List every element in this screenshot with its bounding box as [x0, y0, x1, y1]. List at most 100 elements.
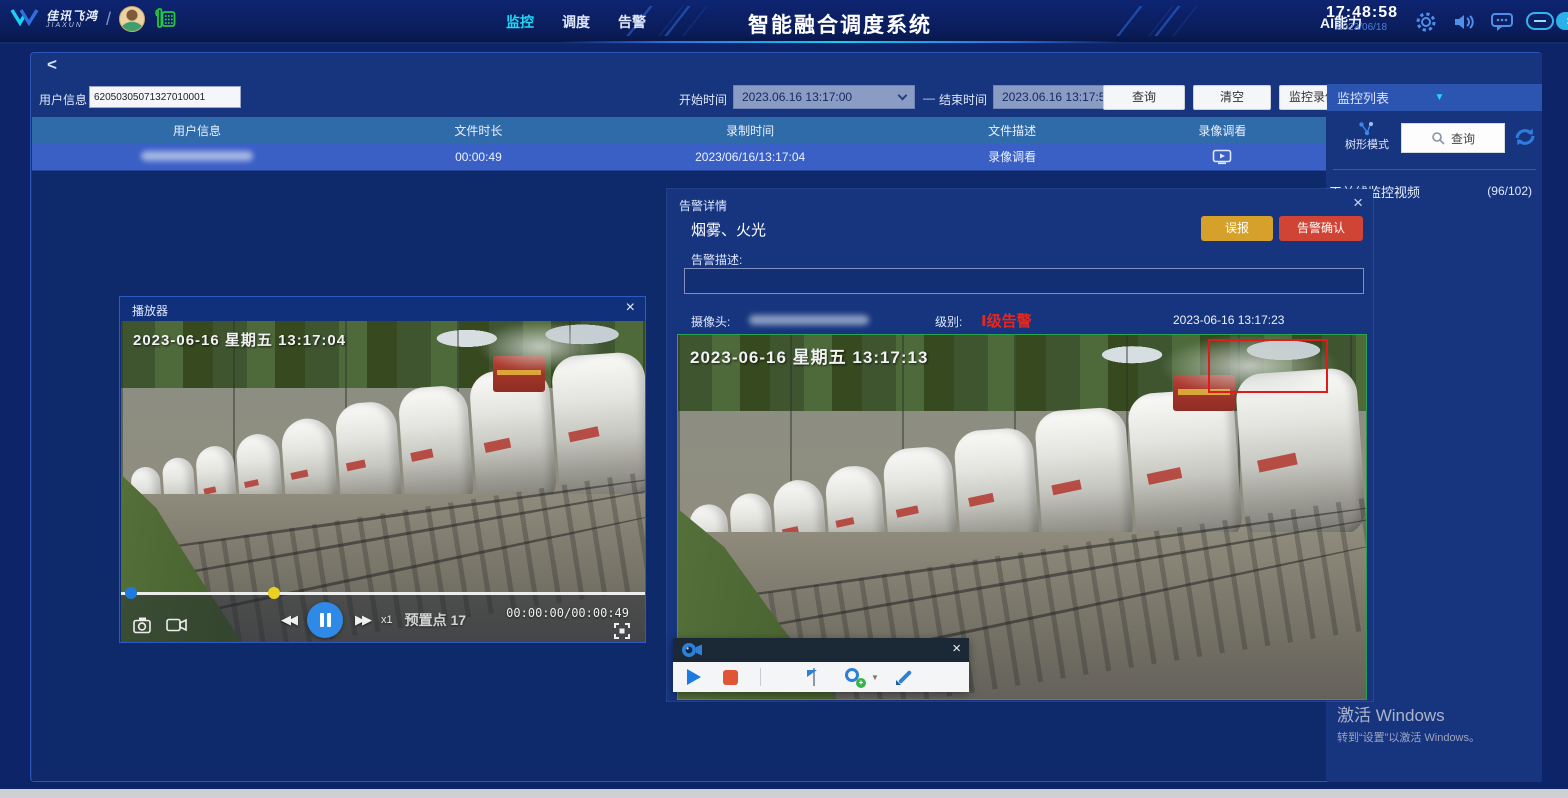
- query-button[interactable]: 查询: [1103, 85, 1185, 110]
- cell-view: [1119, 149, 1326, 165]
- alert-description-input[interactable]: [684, 268, 1364, 294]
- user-avatar[interactable]: [119, 6, 145, 32]
- alert-type-text: 烟雾、火光: [691, 219, 766, 240]
- edit-pencil-icon[interactable]: [895, 667, 915, 687]
- search-icon: [1431, 131, 1445, 145]
- clock-time: 17:48:58: [1326, 4, 1398, 22]
- brand-separator: /: [106, 9, 111, 30]
- progress-bar[interactable]: [121, 592, 645, 595]
- play-recording-icon[interactable]: [1212, 149, 1232, 165]
- refresh-icon[interactable]: [1513, 125, 1537, 149]
- watermark-line1: 激活 Windows: [1337, 701, 1480, 726]
- fast-forward-icon[interactable]: ▶▶: [355, 612, 369, 628]
- logo-icon: [10, 7, 40, 31]
- marker-handle[interactable]: [268, 587, 280, 599]
- preset-point-label[interactable]: 预置点 17: [405, 610, 466, 630]
- cell-description: 录像调看: [905, 148, 1119, 165]
- brand-logo: 佳讯飞鸿 JIAXUN /: [10, 6, 177, 32]
- nav-tab-monitor[interactable]: 监控: [506, 12, 534, 32]
- windows-activation-watermark: 激活 Windows 转到“设置”以激活 Windows。: [1337, 701, 1480, 745]
- playhead-handle[interactable]: [125, 587, 137, 599]
- camera-count-badge: (96/102): [1487, 184, 1532, 198]
- snapshot-icon[interactable]: [133, 616, 152, 634]
- toolbar-close-icon[interactable]: ×: [952, 640, 961, 657]
- play-icon[interactable]: [687, 669, 701, 685]
- monitor-list-title: 监控列表: [1337, 88, 1435, 107]
- alert-close-icon[interactable]: ×: [1353, 193, 1363, 213]
- bottom-edge-strip: [0, 789, 1568, 798]
- alert-window-title: 告警详情: [679, 197, 727, 214]
- record-toolbar-titlebar[interactable]: ×: [673, 638, 969, 662]
- clock-date: 2023/06/18: [1326, 22, 1398, 34]
- brand-text: 佳讯飞鸿 JIAXUN: [46, 10, 98, 29]
- tree-mode-label: 树形模式: [1341, 136, 1393, 152]
- stop-icon[interactable]: [723, 670, 738, 685]
- clamp-flag: [807, 670, 817, 677]
- settings-gear-icon[interactable]: [1414, 11, 1438, 33]
- detection-box: [1208, 339, 1328, 394]
- false-alarm-button[interactable]: 误报: [1201, 216, 1273, 241]
- player-transport: ◀◀ ▶▶ x1 预置点 17: [281, 602, 466, 638]
- close-window-button[interactable]: ×: [1556, 12, 1568, 30]
- camera-label: 摄像头:: [691, 313, 730, 330]
- player-close-icon[interactable]: ×: [626, 299, 635, 317]
- monitor-search-label: 查询: [1451, 130, 1475, 147]
- redacted-camera-name: [749, 315, 869, 325]
- table-header-row: 用户信息 文件时长 录制时间 文件描述 录像调看: [32, 117, 1326, 143]
- player-titlebar[interactable]: 播放器 ×: [120, 297, 645, 321]
- brand-name-en: JIAXUN: [46, 22, 98, 29]
- pause-bar: [320, 613, 324, 627]
- cell-record-time: 2023/06/16/13:17:04: [595, 150, 906, 164]
- table-row[interactable]: 00:00:49 2023/06/16/13:17:04 录像调看: [32, 143, 1326, 171]
- start-time-label: 开始时间: [679, 91, 727, 108]
- col-header-duration: 文件时长: [362, 122, 595, 139]
- clear-button[interactable]: 清空: [1193, 85, 1271, 110]
- start-time-picker[interactable]: 2023.06.16 13:17:00: [733, 85, 915, 109]
- alert-level-badge: Ⅰ级告警: [981, 310, 1032, 331]
- pencil-tip: [896, 680, 901, 685]
- record-toolbar: × + ▼: [673, 638, 969, 692]
- alarm-confirm-button[interactable]: 告警确认: [1279, 216, 1363, 241]
- minimize-icon: [1534, 20, 1546, 22]
- user-info-label: 用户信息: [39, 91, 87, 108]
- clamp-tool-icon[interactable]: [807, 668, 821, 686]
- col-header-description: 文件描述: [905, 122, 1119, 139]
- webcam-select-icon[interactable]: +: [845, 667, 865, 687]
- record-video-icon[interactable]: [166, 617, 188, 633]
- monitor-list-header[interactable]: 监控列表 ▼: [1327, 84, 1542, 111]
- alert-detail-window: 告警详情 × 烟雾、火光 误报 告警确认 告警描述: 摄像头: 级别: Ⅰ级告警…: [667, 189, 1373, 701]
- user-info-input[interactable]: [89, 86, 241, 108]
- speaker-icon[interactable]: [1452, 11, 1476, 33]
- app-title: 智能融合调度系统: [560, 9, 1120, 39]
- fullscreen-icon[interactable]: [613, 622, 631, 640]
- minimize-button[interactable]: [1526, 12, 1554, 30]
- player-left-tools: [133, 616, 188, 634]
- smoke-plume: [477, 321, 603, 372]
- divider: [1333, 169, 1536, 170]
- phone-icon[interactable]: [151, 7, 177, 31]
- alert-description-label: 告警描述:: [691, 251, 742, 268]
- monitor-search-button[interactable]: 查询: [1401, 123, 1505, 153]
- brand-name-cn: 佳讯飞鸿: [46, 10, 98, 22]
- message-icon[interactable]: [1490, 11, 1514, 33]
- tree-mode-icon: [1357, 121, 1377, 136]
- clock: 17:48:58 2023/06/18: [1326, 4, 1398, 34]
- app-root: 佳讯飞鸿 JIAXUN / 监控 调度 告警 智能融合调度系统 AI能力 17:…: [0, 0, 1568, 798]
- player-title: 播放器: [132, 302, 168, 319]
- record-toolbar-body: + ▼: [673, 662, 969, 692]
- redacted-text: [141, 151, 253, 161]
- chevron-down-icon: [898, 90, 908, 100]
- player-window: 播放器 × 2: [119, 296, 646, 643]
- webcam-add-badge: +: [856, 678, 866, 688]
- pause-button[interactable]: [307, 602, 343, 638]
- back-arrow[interactable]: <: [47, 55, 57, 75]
- col-header-record-time: 录制时间: [595, 122, 906, 139]
- playback-speed[interactable]: x1: [381, 614, 393, 626]
- rewind-icon[interactable]: ◀◀: [281, 612, 295, 628]
- top-bar: 佳讯飞鸿 JIAXUN / 监控 调度 告警 智能融合调度系统 AI能力 17:…: [0, 0, 1568, 44]
- col-header-view: 录像调看: [1119, 122, 1326, 139]
- webcam-dropdown-arrow[interactable]: ▼: [871, 673, 879, 682]
- tree-mode-button[interactable]: 树形模式: [1341, 121, 1393, 152]
- pause-bar: [327, 613, 331, 627]
- recordings-table: 用户信息 文件时长 录制时间 文件描述 录像调看 00:00:49 2023/0…: [32, 117, 1326, 171]
